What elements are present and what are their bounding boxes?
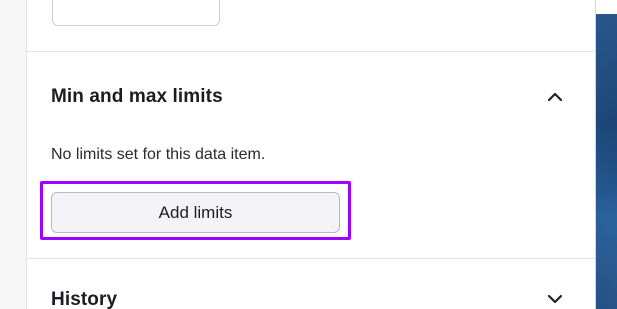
add-limits-button[interactable]: Add limits — [51, 192, 340, 233]
no-limits-message: No limits set for this data item. — [51, 146, 266, 163]
app-background — [596, 0, 617, 309]
app-background-shade — [596, 0, 617, 309]
chevron-down-icon — [547, 294, 563, 304]
previous-section-button[interactable] — [52, 0, 220, 26]
limits-collapse-toggle[interactable] — [544, 86, 566, 108]
details-panel: Min and max limits No limits set for thi… — [27, 0, 595, 309]
history-expand-toggle[interactable] — [544, 288, 566, 309]
history-section-title: History — [51, 289, 118, 309]
panel-edge — [595, 0, 596, 309]
limits-section-title: Min and max limits — [51, 86, 223, 107]
app-background-top — [596, 0, 617, 14]
screenshot-frame: Min and max limits No limits set for thi… — [0, 0, 617, 309]
left-gutter — [0, 0, 27, 309]
section-divider — [27, 51, 595, 52]
section-divider — [27, 258, 595, 259]
chevron-up-icon — [547, 92, 563, 102]
